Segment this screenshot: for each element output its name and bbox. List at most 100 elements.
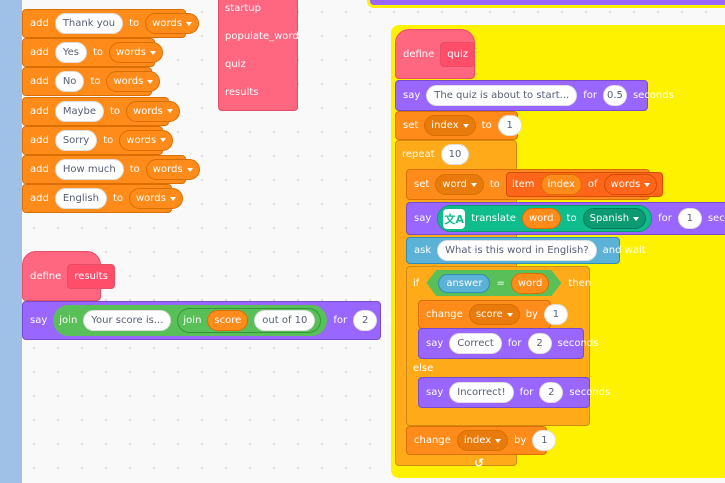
translate-icon: 文A: [443, 208, 466, 229]
item-input[interactable]: Maybe: [54, 100, 105, 122]
say-text-input[interactable]: Incorrect!: [449, 382, 514, 403]
say-start-block[interactable]: say The quiz is about to start... for 0.…: [395, 80, 674, 111]
repeat-loop-arrow-icon: ↺: [474, 456, 485, 470]
say-text-input[interactable]: The quiz is about to start...: [426, 85, 578, 106]
score-variable[interactable]: score: [207, 310, 249, 331]
seconds-input[interactable]: 2: [353, 310, 378, 331]
list-dropdown[interactable]: words: [128, 188, 183, 210]
dropdown-arrow-icon: [470, 182, 477, 187]
quiz-proc-name: quiz: [440, 41, 476, 67]
ask-block[interactable]: ask What is this word in English? and wa…: [406, 237, 646, 264]
secs-input[interactable]: 2: [539, 382, 564, 403]
list-dropdown[interactable]: words: [119, 129, 174, 151]
procedure-list-block[interactable]: startup populate_words quiz results: [218, 0, 304, 111]
dropdown-arrow-icon: [462, 123, 469, 128]
code-workspace[interactable]: add Thank you to words add Yes to words …: [22, 0, 725, 483]
say-label: say: [403, 90, 421, 101]
secs-input[interactable]: 2: [527, 333, 552, 354]
answer-reporter[interactable]: answer: [438, 274, 490, 293]
say-text-input[interactable]: Correct: [449, 333, 502, 354]
word-variable[interactable]: word: [511, 273, 550, 294]
set-word-block[interactable]: set word to item index of words: [406, 169, 664, 200]
add-label: add: [30, 18, 49, 29]
procedure-item-startup[interactable]: startup: [225, 3, 261, 18]
repeat-header[interactable]: repeat 10: [395, 140, 476, 168]
set-label: set: [414, 179, 430, 190]
seconds-label: seconds: [569, 387, 611, 398]
results-proc-name: results: [67, 263, 115, 289]
if-header[interactable]: if answer = word then: [406, 266, 598, 300]
add-to-list-block[interactable]: add Sorry to words: [22, 125, 174, 155]
say-score-block[interactable]: say join Your score is... join score out…: [22, 301, 424, 340]
item-input[interactable]: Thank you: [54, 13, 124, 34]
secs-input[interactable]: 0.5: [602, 85, 627, 106]
join-inner[interactable]: join score out of 10: [177, 308, 322, 333]
item-input[interactable]: Sorry: [54, 129, 98, 151]
dropdown-arrow-icon: [149, 50, 156, 55]
offscreen-looks-block[interactable]: [370, 0, 725, 5]
score-text-input[interactable]: Your score is...: [83, 310, 172, 331]
add-to-list-block[interactable]: add No to words: [22, 67, 161, 97]
to-label: to: [129, 18, 140, 29]
define-results-hat[interactable]: define results: [22, 251, 115, 301]
seconds-label: seconds: [707, 213, 725, 224]
repeat-count-input[interactable]: 10: [440, 143, 470, 165]
value-input[interactable]: 1: [497, 115, 522, 136]
join-outer[interactable]: join Your score is... join score out of …: [53, 305, 328, 336]
set-index-block[interactable]: set index to 1: [395, 111, 522, 140]
list-dropdown[interactable]: words: [126, 100, 180, 122]
dropdown-arrow-icon: [644, 182, 651, 187]
say-label: say: [426, 338, 444, 349]
item-input[interactable]: How much: [54, 159, 124, 180]
dropdown-arrow-icon: [506, 312, 513, 317]
item-input[interactable]: English: [54, 188, 107, 210]
question-input[interactable]: What is this word in English?: [437, 240, 597, 261]
add-to-list-block[interactable]: add Yes to words: [22, 38, 163, 68]
say-incorrect-block[interactable]: say Incorrect! for 2 seconds: [418, 377, 610, 408]
list-dropdown[interactable]: words: [145, 159, 200, 180]
list-dropdown[interactable]: words: [106, 71, 161, 93]
add-label: add: [30, 76, 49, 88]
say-correct-block[interactable]: say Correct for 2 seconds: [418, 328, 598, 359]
procedure-item-results[interactable]: results: [225, 87, 259, 102]
dropdown-arrow-icon: [185, 21, 192, 26]
to-label: to: [489, 179, 500, 190]
variable-dropdown[interactable]: index: [424, 115, 476, 136]
seconds-label: seconds: [632, 90, 674, 101]
equals-operator[interactable]: answer = word: [426, 270, 561, 296]
change-score-block[interactable]: change score by 1: [418, 300, 568, 329]
define-quiz-hat[interactable]: define quiz: [395, 29, 476, 79]
value-input[interactable]: 1: [543, 304, 568, 325]
translate-reporter[interactable]: 文A translate word to Spanish: [437, 205, 653, 232]
item-input[interactable]: Yes: [54, 42, 87, 64]
index-variable[interactable]: index: [540, 174, 582, 195]
say-translate-block[interactable]: say 文A translate word to Spanish for 1 s…: [406, 202, 725, 235]
add-to-list-block[interactable]: add Maybe to words: [22, 96, 180, 126]
item-input[interactable]: No: [54, 71, 85, 93]
add-to-list-block[interactable]: add How much to words: [22, 155, 200, 184]
else-label: else: [413, 362, 434, 374]
language-dropdown[interactable]: Spanish: [582, 208, 647, 229]
define-label: define: [403, 48, 435, 60]
variable-dropdown[interactable]: word: [435, 174, 484, 195]
add-to-list-block[interactable]: add Thank you to words: [22, 9, 199, 38]
list-dropdown[interactable]: words: [145, 13, 199, 34]
procedure-item-quiz[interactable]: quiz: [225, 59, 246, 74]
ask-label: ask: [414, 245, 432, 256]
secs-input[interactable]: 1: [677, 208, 702, 229]
variable-dropdown[interactable]: score: [468, 304, 520, 325]
list-dropdown[interactable]: words: [603, 174, 658, 195]
add-label: add: [30, 164, 49, 175]
value-input[interactable]: 1: [532, 430, 557, 451]
variable-dropdown[interactable]: index: [456, 430, 509, 451]
out-of-input[interactable]: out of 10: [254, 310, 316, 331]
list-dropdown[interactable]: words: [109, 42, 163, 64]
say-label: say: [426, 387, 444, 398]
add-to-list-block[interactable]: add English to words: [22, 184, 183, 214]
to-label: to: [566, 213, 577, 224]
word-variable[interactable]: word: [521, 208, 561, 229]
by-label: by: [525, 309, 538, 320]
change-index-block[interactable]: change index by 1: [406, 426, 557, 455]
procedure-item-populate-words[interactable]: populate_words: [225, 31, 304, 46]
item-of-list-reporter[interactable]: item index of words: [505, 172, 664, 197]
